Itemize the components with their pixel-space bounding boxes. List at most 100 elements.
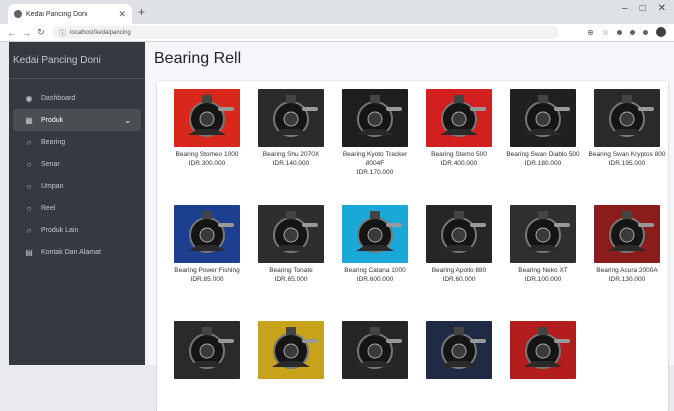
product-image[interactable] xyxy=(258,89,324,147)
back-icon[interactable]: ← xyxy=(7,28,16,38)
product-name: Bearing Apollo 880 xyxy=(431,267,487,274)
product-image[interactable] xyxy=(594,205,660,263)
product-item[interactable]: Bearing Shu 2070X IDR.140.000 xyxy=(249,89,333,168)
sidebar-item-label: Umpan xyxy=(41,182,64,190)
product-item[interactable] xyxy=(333,321,417,382)
product-item[interactable]: Bearing Kyoto Tracker 8004F IDR.170.000 xyxy=(333,89,417,177)
product-item[interactable]: Bearing Neko XT IDR.100.000 xyxy=(501,205,585,284)
address-card-icon: ▤ xyxy=(25,247,33,257)
product-price: IDR.300.000 xyxy=(188,160,226,167)
product-price: IDR.140.000 xyxy=(272,160,310,167)
product-price: IDR.65.000 xyxy=(274,276,308,283)
address-bar[interactable]: ⓘ localhost/kedaipancing xyxy=(53,26,559,39)
main-content: Bearing Rell Bearing Stomeo 1000 IDR.300.… xyxy=(145,42,674,411)
toolbar-actions: ⊕ ☆ xyxy=(587,27,666,37)
window-controls: – □ ✕ xyxy=(622,3,666,14)
brand-link[interactable]: Kedai Pancing Doni xyxy=(9,42,145,79)
product-image[interactable] xyxy=(510,89,576,147)
product-name: Bearing Kyoto Tracker 8004F xyxy=(342,151,408,167)
product-image[interactable] xyxy=(342,205,408,263)
tab-title: Kedai Pancing Doni xyxy=(26,10,88,18)
browser-toolbar: ← → ↻ ⓘ localhost/kedaipancing ⊕ ☆ xyxy=(0,24,674,42)
product-name: Bearing Catana 1000 xyxy=(344,267,406,274)
circle-icon: ○ xyxy=(26,181,32,191)
browser-tab[interactable]: Kedai Pancing Doni ✕ xyxy=(8,4,132,24)
sidebar-item-label: Reel xyxy=(41,204,56,212)
product-image[interactable] xyxy=(510,205,576,263)
close-tab-icon[interactable]: ✕ xyxy=(118,9,126,20)
new-tab-button[interactable]: + xyxy=(138,5,145,19)
product-image[interactable] xyxy=(426,321,492,379)
extension-icon[interactable] xyxy=(643,29,648,35)
product-name: Bearing Stomeo 1000 xyxy=(175,151,239,158)
sidebar-item-produk-lain[interactable]: ○ Produk Lain xyxy=(9,219,145,241)
sidebar-item-label: Senar xyxy=(41,160,60,168)
circle-icon: ○ xyxy=(26,225,32,235)
product-item[interactable]: Bearing Apollo 880 IDR.60.000 xyxy=(417,205,501,284)
product-image[interactable] xyxy=(426,205,492,263)
product-price: IDR.170.000 xyxy=(356,169,394,176)
product-price: IDR.400.000 xyxy=(440,160,478,167)
maximize-button[interactable]: □ xyxy=(640,3,646,14)
minimize-button[interactable]: – xyxy=(622,3,628,14)
product-item[interactable] xyxy=(417,321,501,382)
product-item[interactable] xyxy=(249,321,333,382)
browser-tabstrip: Kedai Pancing Doni ✕ + – □ ✕ xyxy=(0,0,674,24)
reload-icon[interactable]: ↻ xyxy=(37,27,45,38)
product-price: IDR.180.000 xyxy=(524,160,562,167)
product-image[interactable] xyxy=(258,205,324,263)
sidebar-item-senar[interactable]: ○ Senar xyxy=(9,153,145,175)
sidebar-item-produk[interactable]: ▦ Produk ⌄ xyxy=(13,109,141,131)
product-image[interactable] xyxy=(510,321,576,379)
info-icon[interactable]: ⓘ xyxy=(59,28,66,38)
product-item[interactable]: Bearing Swan Diablo 500 IDR.180.000 xyxy=(501,89,585,168)
product-item[interactable] xyxy=(165,321,249,382)
circle-icon: ○ xyxy=(26,203,32,213)
product-name: Bearing Shu 2070X xyxy=(262,151,320,158)
product-image[interactable] xyxy=(174,321,240,379)
sidebar-item-bearing[interactable]: ○ Bearing xyxy=(9,131,145,153)
product-image[interactable] xyxy=(342,89,408,147)
product-item[interactable] xyxy=(501,321,585,382)
product-price: IDR.130.000 xyxy=(608,276,646,283)
product-card: Bearing Stomeo 1000 IDR.300.000 Bearing Sh… xyxy=(157,81,668,411)
product-name: Bearing Neko XT xyxy=(518,267,568,274)
favicon-icon xyxy=(14,10,22,18)
product-image[interactable] xyxy=(174,205,240,263)
sidebar-item-dashboard[interactable]: ◉ Dashboard xyxy=(9,87,145,109)
zoom-icon[interactable]: ⊕ xyxy=(587,28,594,37)
product-item[interactable]: Bearing Acura 2000A IDR.130.000 xyxy=(585,205,669,284)
sidebar-item-label: Produk Lain xyxy=(41,226,79,234)
sidebar-item-label: Bearing xyxy=(41,138,66,146)
forward-icon[interactable]: → xyxy=(22,28,31,38)
page-title: Bearing Rell xyxy=(154,50,242,67)
chevron-down-icon: ⌄ xyxy=(124,115,131,125)
product-name: Bearing Power Fishing xyxy=(174,267,240,274)
extension-icon[interactable] xyxy=(630,29,635,35)
star-icon[interactable]: ☆ xyxy=(602,28,609,37)
product-item[interactable]: Bearing Power Fishing IDR.85.000 xyxy=(165,205,249,284)
box-icon: ▦ xyxy=(25,115,33,125)
close-window-button[interactable]: ✕ xyxy=(658,3,666,14)
product-image[interactable] xyxy=(426,89,492,147)
product-image[interactable] xyxy=(594,89,660,147)
product-image[interactable] xyxy=(258,321,324,379)
product-item[interactable]: Bearing Catana 1000 IDR.600.000 xyxy=(333,205,417,284)
product-name: Bearing Stemo 500 xyxy=(431,151,487,158)
product-image[interactable] xyxy=(174,89,240,147)
product-image[interactable] xyxy=(342,321,408,379)
profile-avatar[interactable] xyxy=(656,27,666,37)
product-name: Bearing Swan Kryptos 800 xyxy=(588,151,666,158)
product-price: IDR.85.000 xyxy=(190,276,224,283)
sidebar-item-kontak-dan-alamat[interactable]: ▤ Kontak Dan Alamat xyxy=(9,241,145,263)
sidebar-nav: ◉ Dashboard ▦ Produk ⌄ ○ Bearing ○ Senar ○ Umpan ○ R… xyxy=(9,79,145,263)
extension-icon[interactable] xyxy=(617,29,622,35)
dashboard-icon: ◉ xyxy=(25,93,33,103)
sidebar-item-umpan[interactable]: ○ Umpan xyxy=(9,175,145,197)
product-item[interactable]: Bearing Tonate IDR.65.000 xyxy=(249,205,333,284)
product-item[interactable]: Bearing Swan Kryptos 800 IDR.195.000 xyxy=(585,89,669,168)
product-item[interactable]: Bearing Stomeo 1000 IDR.300.000 xyxy=(165,89,249,168)
product-item[interactable]: Bearing Stemo 500 IDR.400.000 xyxy=(417,89,501,168)
product-name: Bearing Tonate xyxy=(269,267,313,274)
sidebar-item-reel[interactable]: ○ Reel xyxy=(9,197,145,219)
